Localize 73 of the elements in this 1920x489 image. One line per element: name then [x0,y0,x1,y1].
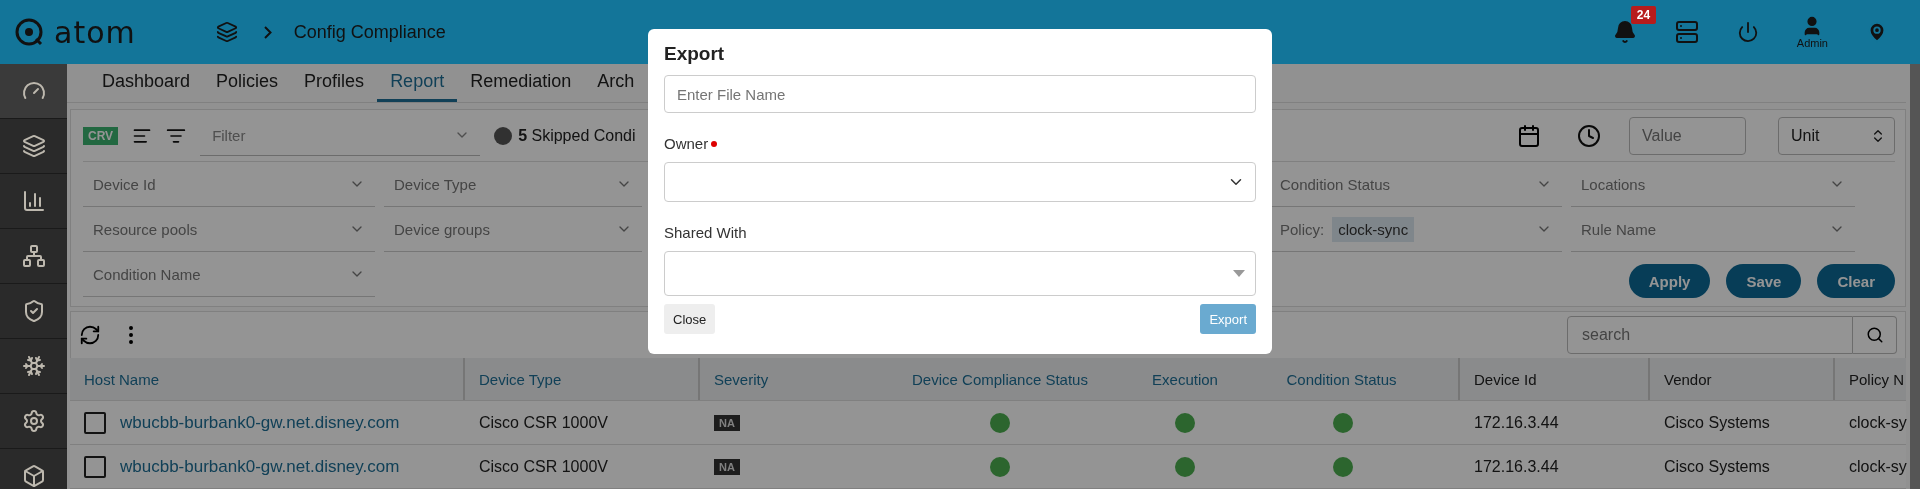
filter-label: Policy: [1280,220,1325,238]
snowflake-icon [21,354,46,378]
shared-with-label: Shared With [664,224,747,241]
cube-icon [21,464,46,488]
cards-icon [21,134,46,158]
table-cell-text: Cisco Systems [1663,456,1771,477]
host-link[interactable]: wbucbb-burbank0-gw.net.disney.com [120,456,400,477]
column-header[interactable]: Policy N [1835,358,1905,400]
table-cell-text: 172.16.3.44 [1473,412,1560,433]
tab[interactable]: Report [377,64,458,103]
scrollbar[interactable] [1910,64,1920,489]
list-icon[interactable] [1674,20,1699,44]
settings-icon [21,409,46,433]
action-button[interactable]: Clear [1817,264,1895,299]
refresh-icon[interactable] [79,324,101,347]
column-header[interactable]: Execution [1145,358,1225,400]
chevron-right-icon [263,25,272,39]
sidebar-item[interactable] [0,64,67,119]
skipped-conditions-text: 5 Skipped Condi [518,126,636,145]
filter-select[interactable]: Resource pools [83,207,375,253]
search-button[interactable] [1853,316,1897,355]
table-cell-text: 172.16.3.44 [1473,456,1560,477]
row-checkbox[interactable] [84,411,106,434]
column-header[interactable]: Device Compliance Status [855,358,1145,400]
tab[interactable]: Dashboard [89,64,204,103]
owner-label: Owner [664,135,709,152]
file-name-field[interactable]: Enter File Name [664,75,1256,113]
logo-text: atom [54,14,136,50]
clock-icon[interactable] [1577,123,1601,148]
filter-chip[interactable]: clock-sync [1332,216,1415,242]
filter-select[interactable]: Rule Name [1571,207,1855,253]
notification-count: 24 [1630,6,1657,24]
dialog-title: Export [664,43,726,65]
tab[interactable]: Profiles [291,64,378,103]
calendar-icon[interactable] [1517,123,1541,148]
filter-select[interactable]: Condition Name [83,252,375,298]
filter-select[interactable]: Policy: clock-sync [1270,207,1562,253]
crv-badge: CRV [83,126,119,145]
bell-icon[interactable] [1612,20,1637,44]
severity-badge: NA [714,414,740,431]
table-cell-text: clock-sy [1848,412,1905,433]
breadcrumb-title: Config Compliance [293,21,446,43]
row-checkbox[interactable] [84,455,106,478]
host-link[interactable]: wbucbb-burbank0-gw.net.disney.com [120,412,400,433]
bar-chart-icon [21,189,46,213]
column-header[interactable]: Severity [700,358,855,400]
filter-select[interactable]: Filter [200,115,481,156]
user-name: Admin [1796,37,1828,49]
severity-badge: NA [714,458,740,475]
nodes-icon [21,244,46,268]
cards-icon[interactable] [215,21,238,43]
filter-select[interactable]: Device Type [384,162,642,208]
table-cell-text: clock-sy [1848,456,1905,477]
close-button[interactable]: Close [664,304,716,334]
search-icon [1865,326,1884,345]
table-cell-text: Cisco Systems [1663,412,1771,433]
search-field[interactable]: search [1567,316,1853,355]
filter-select[interactable]: Device groups [384,207,642,253]
filter-select[interactable]: Locations [1571,162,1855,208]
filter-select[interactable]: Device Id [83,162,375,208]
tab[interactable]: Arch [584,64,648,103]
action-button[interactable]: Apply [1628,264,1711,299]
table-cell-text: Cisco CSR 1000V [478,456,609,477]
caret-icon [1233,270,1245,277]
status-dot [494,126,513,145]
power-icon[interactable] [1736,21,1759,43]
value-field[interactable]: Value [1629,116,1746,155]
logo-icon [14,17,44,47]
table-cell-text: Cisco CSR 1000V [478,412,609,433]
tab[interactable]: Remediation [457,64,585,103]
action-button[interactable]: Save [1726,264,1802,299]
unit-select[interactable]: Unit [1778,116,1895,155]
tab[interactable]: Policies [203,64,292,103]
